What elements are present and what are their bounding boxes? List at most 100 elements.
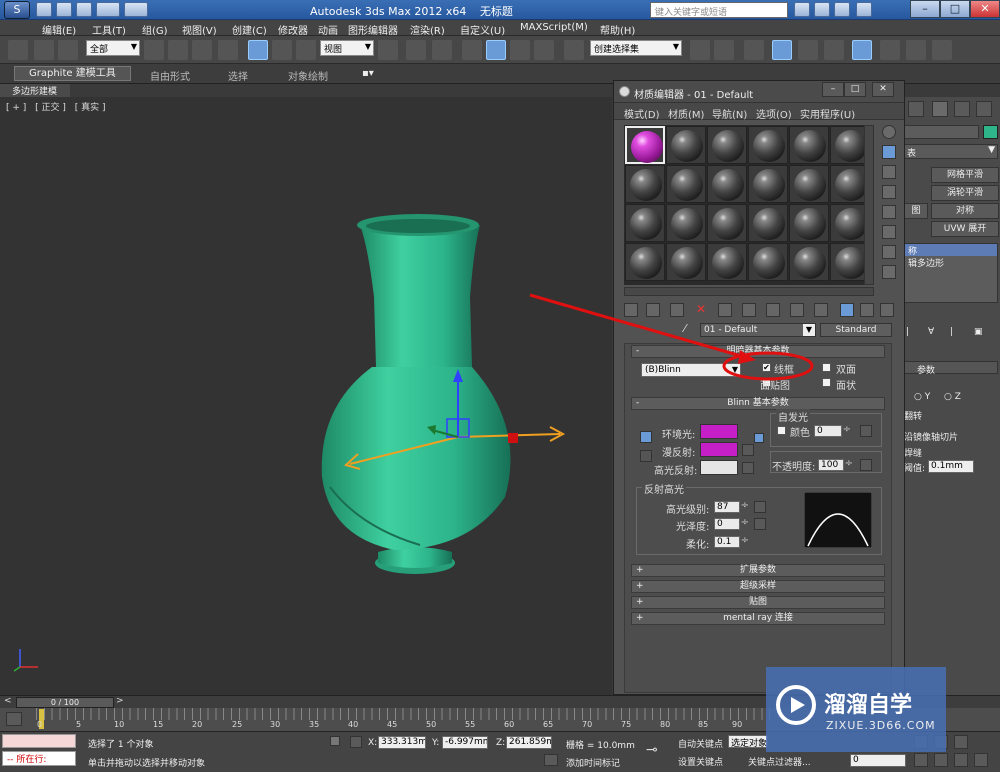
window-crossing-icon[interactable] bbox=[218, 40, 238, 60]
sample-slot[interactable] bbox=[748, 204, 788, 242]
menu-edit[interactable]: 编辑(E) bbox=[42, 22, 76, 37]
slice-label[interactable]: 沿镜像轴切片 bbox=[904, 430, 958, 443]
show-end-result-icon[interactable]: ∀ bbox=[928, 327, 934, 337]
menu-rendering[interactable]: 渲染(R) bbox=[410, 22, 445, 37]
blinn-basic-params-rollout[interactable]: - Blinn 基本参数 bbox=[631, 397, 885, 410]
sample-slot-active[interactable] bbox=[625, 126, 665, 164]
get-material-icon[interactable] bbox=[624, 303, 638, 317]
vase-model[interactable] bbox=[321, 214, 511, 574]
rendered-frame-icon[interactable] bbox=[906, 40, 926, 60]
select-scale-icon[interactable] bbox=[296, 40, 316, 60]
make-unique-mat-icon[interactable] bbox=[742, 303, 756, 317]
sample-slot[interactable] bbox=[707, 165, 747, 203]
pivot-center-icon[interactable] bbox=[378, 40, 398, 60]
params-rollout-header[interactable]: 参数 bbox=[904, 361, 998, 376]
maximize-button[interactable]: □ bbox=[940, 0, 970, 18]
absolute-mode-icon[interactable] bbox=[350, 736, 362, 748]
help-search-input[interactable]: 键入关键字或短语 bbox=[650, 2, 788, 18]
video-color-check-icon[interactable] bbox=[882, 205, 896, 219]
add-time-tag-icon[interactable] bbox=[544, 754, 558, 766]
help-icon[interactable] bbox=[856, 2, 872, 17]
redo-icon[interactable] bbox=[124, 2, 148, 17]
stack-item-edit-poly[interactable]: 辑多边形 bbox=[905, 256, 997, 269]
ribbon-sub-label[interactable]: 多边形建模 bbox=[0, 84, 70, 97]
render-production-icon[interactable] bbox=[932, 40, 952, 60]
curve-editor-icon[interactable] bbox=[798, 40, 818, 60]
spec-level-map-button[interactable] bbox=[754, 501, 766, 513]
slot-vertical-scrollbar[interactable] bbox=[864, 125, 874, 285]
edit-named-sets-icon[interactable] bbox=[564, 40, 584, 60]
tab-selection[interactable]: 选择 bbox=[228, 68, 248, 83]
key-icon[interactable]: ⊸ bbox=[646, 742, 658, 758]
material-id-icon[interactable] bbox=[790, 303, 804, 317]
sample-slot[interactable] bbox=[789, 243, 829, 281]
menu-tools[interactable]: 工具(T) bbox=[92, 22, 126, 37]
align-icon[interactable] bbox=[714, 40, 734, 60]
soften-spinner[interactable]: 0.1 bbox=[714, 536, 749, 548]
front-viewport[interactable]: [ + ] [ 正交 ] [ 真实 ] bbox=[0, 97, 612, 695]
sample-slot[interactable] bbox=[789, 204, 829, 242]
selection-lock-icon[interactable] bbox=[330, 736, 340, 746]
spinner-snap-icon[interactable] bbox=[534, 40, 554, 60]
lock-ambient-diffuse-icon[interactable] bbox=[640, 431, 652, 443]
ambient-color-swatch[interactable] bbox=[700, 424, 738, 439]
mat-close-button[interactable]: ✕ bbox=[872, 82, 894, 97]
configure-sets-icon[interactable]: ▣ bbox=[974, 327, 983, 337]
modifier-list-dropdown[interactable]: 表 ▼ bbox=[904, 144, 998, 159]
selected-object-dropdown[interactable]: 选定对象 bbox=[728, 735, 768, 748]
backlight-icon[interactable] bbox=[882, 145, 896, 159]
undo-icon[interactable] bbox=[96, 2, 120, 17]
select-by-material-icon[interactable] bbox=[882, 265, 896, 279]
manipulate-icon[interactable] bbox=[406, 40, 426, 60]
menu-customize[interactable]: 自定义(U) bbox=[460, 22, 505, 37]
time-prev-arrow[interactable]: < bbox=[4, 696, 12, 706]
menu-group[interactable]: 组(G) bbox=[142, 22, 168, 37]
modifier-stack[interactable]: 称 辑多边形 bbox=[904, 243, 998, 303]
sample-slot[interactable] bbox=[707, 204, 747, 242]
flip-label[interactable]: 翻转 bbox=[904, 409, 922, 422]
mat-menu-utilities[interactable]: 实用程序(U) bbox=[800, 106, 855, 121]
reset-map-icon[interactable]: ✕ bbox=[694, 303, 708, 317]
make-copy-icon[interactable] bbox=[718, 303, 732, 317]
x-coord-input[interactable]: 333.313mr bbox=[378, 736, 426, 749]
sample-slot[interactable] bbox=[789, 165, 829, 203]
diffuse-color-swatch[interactable] bbox=[700, 442, 738, 457]
open-file-icon[interactable] bbox=[56, 2, 72, 17]
go-forward-sibling-icon[interactable] bbox=[880, 303, 894, 317]
sample-slot[interactable] bbox=[666, 204, 706, 242]
mat-menu-material[interactable]: 材质(M) bbox=[668, 106, 704, 121]
sample-slot[interactable] bbox=[748, 243, 788, 281]
lock-map-icon[interactable] bbox=[754, 433, 764, 443]
graphite-toggle-icon[interactable] bbox=[772, 40, 792, 60]
shader-basic-params-rollout[interactable]: - 明暗器基本参数 bbox=[631, 345, 885, 358]
object-name-input[interactable] bbox=[904, 125, 979, 139]
bind-space-warp-icon[interactable] bbox=[58, 40, 78, 60]
material-editor-icon[interactable] bbox=[852, 40, 872, 60]
left-button-1[interactable]: 图 bbox=[904, 203, 928, 219]
menu-modifiers[interactable]: 修改器 bbox=[278, 22, 308, 37]
sample-slot[interactable] bbox=[666, 126, 706, 164]
save-file-icon[interactable] bbox=[76, 2, 92, 17]
maxscript-listener-mini[interactable] bbox=[2, 734, 76, 748]
assign-to-selection-icon[interactable] bbox=[670, 303, 684, 317]
render-setup-icon[interactable] bbox=[880, 40, 900, 60]
mirror-icon[interactable] bbox=[690, 40, 710, 60]
put-to-scene-icon[interactable] bbox=[646, 303, 660, 317]
specular-map-button[interactable] bbox=[742, 462, 754, 474]
nav-zoom-extents-icon[interactable] bbox=[954, 735, 968, 749]
binoculars-icon[interactable] bbox=[794, 2, 810, 17]
sample-uv-tiling-icon[interactable] bbox=[882, 185, 896, 199]
auto-key-button[interactable]: 自动关键点 bbox=[678, 737, 723, 750]
tab-graphite-modeling[interactable]: Graphite 建模工具 bbox=[14, 66, 131, 81]
extended-params-rollout[interactable]: + 扩展参数 bbox=[631, 564, 885, 577]
radio-z[interactable]: ○ Z bbox=[944, 392, 961, 402]
angle-snap-icon[interactable] bbox=[486, 40, 506, 60]
material-name-input[interactable]: 01 - Default ▼ bbox=[700, 323, 816, 337]
show-map-icon[interactable] bbox=[814, 303, 828, 317]
track-bar-icon[interactable] bbox=[6, 712, 22, 726]
menu-graph-editors[interactable]: 图形编辑器 bbox=[348, 22, 398, 37]
set-key-button[interactable]: 设置关键点 bbox=[678, 755, 723, 768]
selection-filter-dropdown[interactable]: 全部 bbox=[86, 40, 140, 56]
make-unique-icon[interactable]: | bbox=[950, 327, 953, 337]
nav-maximize-viewport-icon[interactable] bbox=[974, 753, 988, 767]
